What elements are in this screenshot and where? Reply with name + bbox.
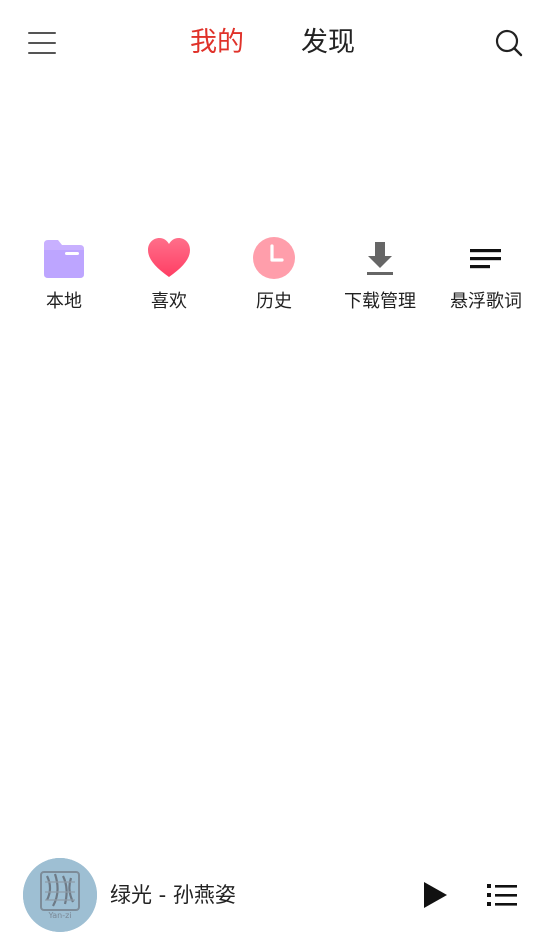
quick-local-label: 本地	[46, 291, 82, 312]
search-button[interactable]	[494, 28, 524, 58]
quick-floating-lyrics-label: 悬浮歌词	[450, 291, 522, 312]
quick-floating-lyrics[interactable]: 悬浮歌词	[436, 234, 536, 324]
top-bar: 我的 发现	[0, 0, 547, 86]
quick-downloads-label: 下载管理	[344, 291, 416, 312]
heart-icon	[148, 238, 190, 277]
quick-history[interactable]: 历史	[224, 234, 324, 324]
play-button[interactable]	[420, 878, 450, 912]
lyrics-icon	[470, 249, 501, 269]
now-playing-title[interactable]: 绿光 - 孙燕姿	[110, 880, 236, 910]
search-icon	[495, 29, 523, 57]
album-cover[interactable]: Yan-zi	[23, 858, 97, 932]
mini-player[interactable]: Yan-zi 绿光 - 孙燕姿	[0, 852, 547, 939]
quick-local[interactable]: 本地	[14, 234, 114, 324]
playlist-icon	[487, 884, 517, 906]
quick-favorite-label: 喜欢	[151, 291, 187, 312]
folder-icon	[44, 240, 84, 278]
quick-history-label: 历史	[256, 291, 292, 312]
play-icon	[424, 882, 447, 908]
album-cover-text: Yan-zi	[47, 911, 71, 920]
quick-actions: 本地 喜欢 历史 下载管理 悬浮歌词	[0, 234, 547, 324]
tab-mine[interactable]: 我的	[190, 24, 244, 62]
clock-icon	[253, 237, 295, 279]
download-icon	[367, 242, 393, 275]
tab-bar: 我的 发现	[0, 24, 547, 64]
playlist-button[interactable]	[485, 880, 519, 910]
quick-downloads[interactable]: 下载管理	[330, 234, 430, 324]
album-art: Yan-zi	[23, 858, 97, 932]
tab-discover[interactable]: 发现	[301, 24, 355, 62]
quick-favorite[interactable]: 喜欢	[119, 234, 219, 324]
